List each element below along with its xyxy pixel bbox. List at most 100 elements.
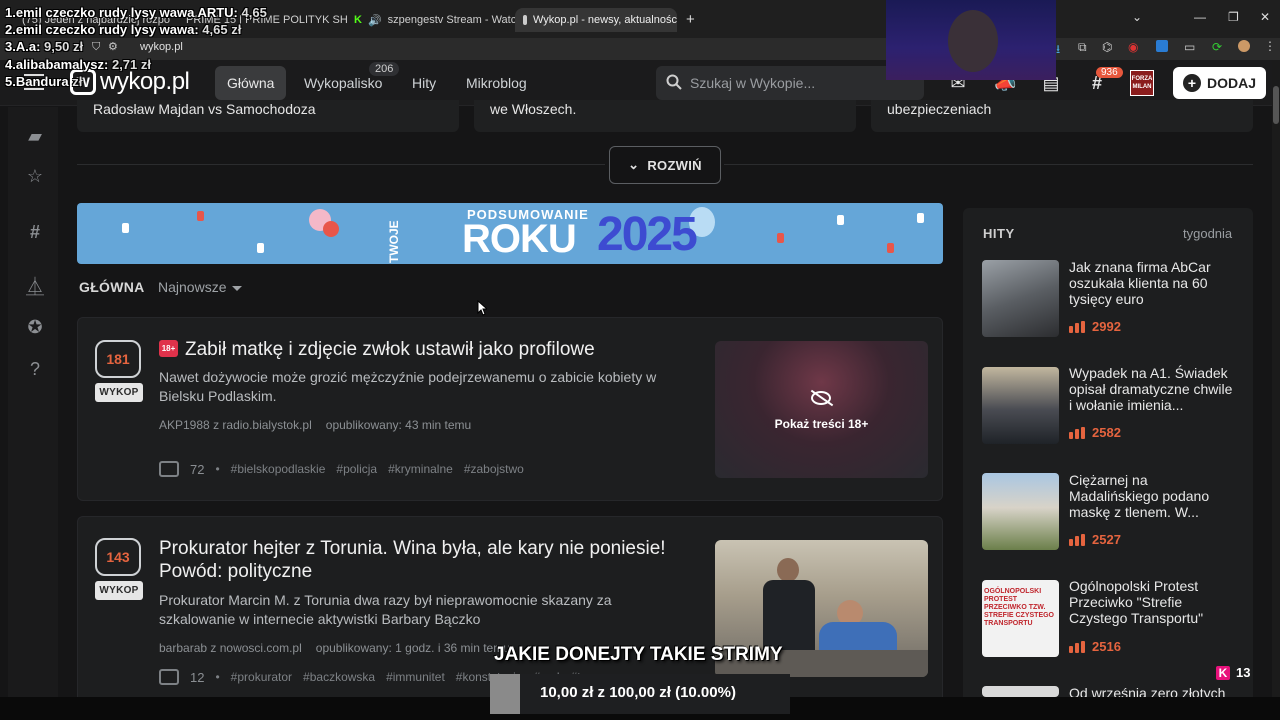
hit-votes: 2527 <box>1069 532 1121 547</box>
profile-avatar[interactable] <box>1238 40 1250 52</box>
new-tab-icon[interactable]: + <box>686 11 695 28</box>
top-card[interactable]: Radosław Majdan vs Samochodoza <box>77 100 459 132</box>
extension-icon[interactable]: ⧉ <box>1078 40 1087 55</box>
tag-link[interactable]: #zabojstwo <box>464 462 524 476</box>
minimize-icon[interactable]: — <box>1194 10 1206 24</box>
donation-goal-fill <box>490 674 520 714</box>
wykop-button[interactable]: WYKOP <box>95 581 143 600</box>
viewer-count-value: 13 <box>1236 665 1251 680</box>
vote-widget: 143 WYKOP <box>95 538 143 600</box>
adult-content-icon: 18+ <box>159 340 178 357</box>
add-button[interactable]: + DODAJ <box>1173 67 1266 99</box>
link-title[interactable]: Zabił matkę i zdjęcie zwłok ustawił jako… <box>185 338 695 361</box>
hit-title[interactable]: Ogólnopolski Protest Przeciwko "Strefie … <box>1069 578 1237 626</box>
hit-thumbnail[interactable]: OGÓLNOPOLSKI PROTEST PRZECIWKO TZW. STRE… <box>982 580 1059 657</box>
wykop-votes-icon <box>1069 640 1085 653</box>
hit-thumbnail-text: OGÓLNOPOLSKI PROTEST PRZECIWKO TZW. STRE… <box>984 588 1055 627</box>
tag-link[interactable]: #kryminalne <box>388 462 453 476</box>
browser-tab-active[interactable]: Wykop.pl - newsy, aktualności,✕ <box>515 8 677 32</box>
hit-title[interactable]: Ciężarnej na Madalińskiego podano maskę … <box>1069 472 1237 520</box>
menu-icon[interactable]: ⋮ <box>1264 39 1276 53</box>
link-author[interactable]: barbarab <box>159 641 207 655</box>
nav-mikroblog[interactable]: Mikroblog <box>454 66 539 100</box>
extension-icon[interactable]: ◉ <box>1128 40 1138 54</box>
extension-icon[interactable]: ▭ <box>1184 40 1195 54</box>
link-footer: 72 • #bielskopodlaskie #policja #krymina… <box>159 461 524 477</box>
tag-link[interactable]: #baczkowska <box>303 670 375 684</box>
section-title: GŁÓWNA <box>79 279 145 295</box>
top-card[interactable]: ubezpieczeniach <box>871 100 1253 132</box>
url-text[interactable]: wykop.pl <box>140 41 183 53</box>
tag-link[interactable]: #immunitet <box>386 670 445 684</box>
browser-tab[interactable]: K 🔊 szpengestv Stream - Watch✕ <box>346 8 516 32</box>
wykop-logo[interactable]: Wwykop.pl <box>70 68 190 96</box>
screen: (75) Jeden z najbardziej rozpozn✕ PRIME … <box>0 0 1280 720</box>
link-source[interactable]: z nowosci.com.pl <box>210 641 301 655</box>
nav-glowna[interactable]: Główna <box>215 66 287 100</box>
tags-count-badge: 936 <box>1096 67 1123 78</box>
hit-thumbnail[interactable] <box>982 260 1059 337</box>
donor-amount: 9,50 zł <box>44 39 84 54</box>
leaderboard-row: 2.emil czeczko rudy lysy wawa: 4,65 zł <box>5 22 241 37</box>
hashtag-icon[interactable]: # <box>24 221 46 243</box>
comments-count[interactable]: 72 <box>190 462 204 477</box>
shield-icon[interactable]: ⛉ <box>92 41 100 54</box>
wykop-button[interactable]: WYKOP <box>95 383 143 402</box>
hit-thumbnail[interactable] <box>982 686 1059 697</box>
donor-name: emil czeczko rudy lysy wawa: <box>15 22 199 37</box>
link-thumbnail-nsfw[interactable]: Pokaż treści 18+ <box>715 341 928 478</box>
extension-icon[interactable]: ⌬ <box>1102 40 1112 54</box>
banner-line1: TWOJE <box>387 220 401 263</box>
hit-thumbnail[interactable] <box>982 473 1059 550</box>
hit-title[interactable]: Wypadek na A1. Świadek opisał dramatyczn… <box>1069 365 1237 413</box>
user-avatar[interactable]: FORZA MILAN <box>1130 70 1154 96</box>
link-title[interactable]: Prokurator hejter z Torunia. Wina była, … <box>159 537 699 583</box>
tab-list-icon[interactable]: ⌄ <box>1132 10 1142 24</box>
star-icon[interactable]: ☆ <box>24 165 46 187</box>
comments-icon[interactable] <box>159 461 179 477</box>
donor-name: A.a: <box>15 39 41 54</box>
page-scrollbar[interactable] <box>1272 60 1280 700</box>
vote-count: 181 <box>95 340 141 378</box>
donor-amount: zł <box>72 74 83 89</box>
hit-votes: 2582 <box>1069 425 1121 440</box>
comments-count[interactable]: 12 <box>190 670 204 685</box>
tag-link[interactable]: #prokurator <box>231 670 292 684</box>
balloon <box>323 221 339 237</box>
scrollbar-thumb[interactable] <box>1273 86 1279 124</box>
banner-line3: ROKU <box>462 217 577 261</box>
plus-icon: + <box>1182 74 1201 92</box>
extension-icon[interactable]: ⟳ <box>1212 40 1222 54</box>
hit-thumbnail[interactable] <box>982 367 1059 444</box>
hit-votes: 2516 <box>1069 639 1121 654</box>
sort-dropdown[interactable]: Najnowsze <box>158 279 243 295</box>
extension-icon[interactable] <box>1156 40 1168 52</box>
maximize-icon[interactable]: ❐ <box>1228 10 1239 24</box>
hits-period[interactable]: tygodnia <box>1183 226 1232 241</box>
comments-icon[interactable] <box>159 669 179 685</box>
wykop-nav-icon[interactable]: ▰ <box>24 125 46 147</box>
expand-button[interactable]: ⌄ ROZWIŃ <box>609 146 721 184</box>
link-source[interactable]: z radio.bialystok.pl <box>213 418 312 432</box>
year-summary-banner[interactable]: TWOJE PODSUMOWANIE ROKU 2025 <box>77 203 943 264</box>
wykop-favicon-icon <box>523 15 527 25</box>
window-close-icon[interactable]: ✕ <box>1260 10 1270 24</box>
badge-icon[interactable]: ✪ <box>24 316 46 338</box>
confetti <box>917 213 924 223</box>
help-icon[interactable]: ? <box>24 358 46 380</box>
link-description: Nawet dożywocie może grozić mężczyźnie p… <box>159 369 657 404</box>
ranking-icon[interactable]: ⏅ <box>24 276 46 298</box>
hit-title[interactable]: Jak znana firma AbCar oszukała klienta n… <box>1069 259 1237 307</box>
show-adult-label[interactable]: Pokaż treści 18+ <box>715 417 928 431</box>
download-icon[interactable]: ⭳ <box>1056 40 1060 61</box>
wykop-votes-icon <box>1069 426 1085 439</box>
site-settings-icon[interactable]: ⚙ <box>108 40 118 53</box>
top-card[interactable]: we Włoszech. <box>474 100 856 132</box>
search-input[interactable] <box>690 66 910 100</box>
tag-link[interactable]: #policja <box>336 462 377 476</box>
nav-hity[interactable]: Hity <box>400 66 448 100</box>
search-icon <box>666 74 682 90</box>
search-box[interactable] <box>656 66 924 100</box>
tag-link[interactable]: #bielskopodlaskie <box>231 462 326 476</box>
link-author[interactable]: AKP1988 <box>159 418 210 432</box>
